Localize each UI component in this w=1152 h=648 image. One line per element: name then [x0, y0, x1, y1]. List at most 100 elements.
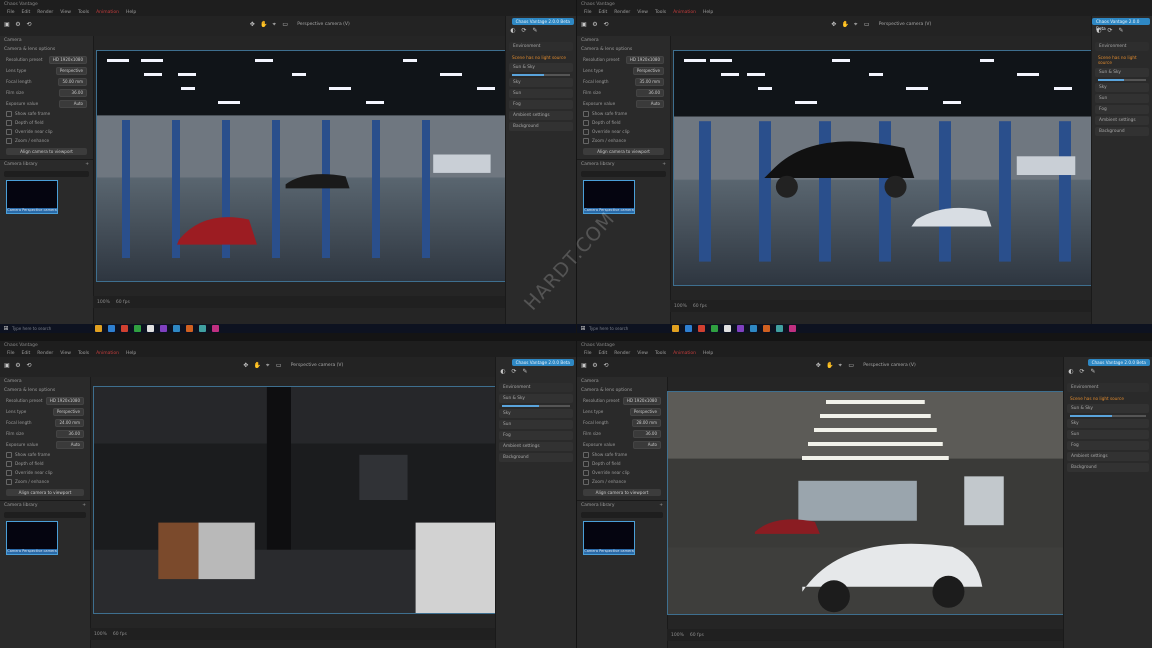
checkbox-row[interactable]: Show safe frame	[577, 109, 670, 118]
zoom-level[interactable]: 100%	[94, 632, 107, 637]
move-icon[interactable]: ✥	[249, 22, 255, 28]
subsection-title[interactable]: Camera & lens options	[0, 386, 90, 395]
subsection-title[interactable]: Camera & lens options	[577, 386, 667, 395]
property-field[interactable]: 50.00 mm	[58, 77, 87, 86]
menu-item-animation[interactable]: Animation	[96, 351, 119, 356]
settings-section[interactable]: Sun & Sky	[1067, 404, 1149, 413]
reset-icon[interactable]: ⟳	[521, 28, 527, 34]
frame-icon[interactable]: ▭	[864, 22, 870, 28]
settings-icon[interactable]: ⚙	[15, 363, 21, 369]
menu-item-animation[interactable]: Animation	[673, 10, 696, 15]
checkbox-row[interactable]: Zoom / enhance	[0, 136, 93, 145]
settings-section[interactable]: Sun & Sky	[499, 394, 573, 403]
taskbar-app-icon[interactable]	[108, 325, 115, 332]
settings-section[interactable]: Sun & Sky	[509, 63, 573, 72]
start-icon[interactable]: ⊞	[580, 325, 586, 332]
move-icon[interactable]: ✥	[831, 22, 837, 28]
settings-section[interactable]: Sky	[499, 409, 573, 418]
environment-icon[interactable]: ◐	[1068, 369, 1074, 375]
checkbox[interactable]	[6, 451, 12, 458]
camera-selector[interactable]: Perspective camera (V)	[291, 363, 344, 369]
checkbox[interactable]	[6, 137, 12, 144]
property-field[interactable]: 28.00 mm	[632, 418, 661, 427]
taskbar-app-icon[interactable]	[685, 325, 692, 332]
taskbar-app-icon[interactable]	[750, 325, 757, 332]
align-camera-button[interactable]: Align camera to viewport	[6, 489, 84, 496]
checkbox[interactable]	[6, 460, 12, 467]
taskbar-app-icon[interactable]	[95, 325, 102, 332]
taskbar-app-icon[interactable]	[121, 325, 128, 332]
property-field[interactable]: Auto	[636, 99, 664, 108]
taskbar-app-icon[interactable]	[789, 325, 796, 332]
menu-item-help[interactable]: Help	[703, 10, 713, 15]
checkbox-row[interactable]: Zoom / enhance	[577, 477, 667, 486]
focus-icon[interactable]: ⌖	[837, 363, 843, 369]
taskbar-app-icon[interactable]	[134, 325, 141, 332]
menu-item-file[interactable]: File	[7, 10, 15, 15]
frame-icon[interactable]: ▭	[282, 22, 288, 28]
checkbox-row[interactable]: Override near clip	[0, 468, 90, 477]
checkbox-row[interactable]: Show safe frame	[0, 109, 93, 118]
camera-selector[interactable]: Perspective camera (V)	[863, 363, 916, 369]
checkbox-row[interactable]: Zoom / enhance	[577, 136, 670, 145]
render-viewport[interactable]	[96, 50, 508, 282]
property-field[interactable]: Auto	[59, 99, 87, 108]
layers-icon[interactable]: ▣	[4, 22, 10, 28]
pan-icon[interactable]: ✋	[254, 363, 261, 369]
property-field[interactable]: Auto	[633, 440, 661, 449]
taskbar-search[interactable]: Type here to search	[589, 326, 669, 331]
move-icon[interactable]: ✥	[815, 363, 821, 369]
taskbar-app-icon[interactable]	[711, 325, 718, 332]
property-field[interactable]: HD 1920x1080	[45, 396, 84, 405]
checkbox[interactable]	[583, 478, 589, 485]
edit-icon[interactable]: ✎	[1090, 369, 1096, 375]
settings-icon[interactable]: ⚙	[592, 363, 598, 369]
taskbar-app-icon[interactable]	[173, 325, 180, 332]
checkbox[interactable]	[583, 128, 589, 135]
settings-section[interactable]: Environment	[499, 383, 573, 392]
checkbox-row[interactable]: Override near clip	[577, 127, 670, 136]
render-viewport[interactable]	[93, 386, 497, 614]
reset-icon[interactable]: ⟳	[1079, 369, 1085, 375]
taskbar-app-icon[interactable]	[147, 325, 154, 332]
settings-section[interactable]: Sun & Sky	[1095, 68, 1149, 77]
render-viewport[interactable]	[667, 391, 1064, 615]
menu-item-tools[interactable]: Tools	[78, 351, 89, 356]
property-field[interactable]: HD 1920x1080	[625, 55, 664, 64]
menu-item-render[interactable]: Render	[37, 351, 53, 356]
render-viewport[interactable]	[673, 50, 1093, 286]
checkbox[interactable]	[583, 460, 589, 467]
property-field[interactable]: 24.00 mm	[55, 418, 84, 427]
edit-icon[interactable]: ✎	[532, 28, 538, 34]
taskbar-search[interactable]: Type here to search	[12, 326, 92, 331]
checkbox[interactable]	[583, 110, 589, 117]
checkbox[interactable]	[583, 137, 589, 144]
property-field[interactable]: 36.00	[59, 88, 87, 97]
align-camera-button[interactable]: Align camera to viewport	[6, 148, 87, 155]
reset-icon[interactable]: ⟳	[511, 369, 517, 375]
settings-section[interactable]: Sun	[499, 420, 573, 429]
start-icon[interactable]: ⊞	[3, 325, 9, 332]
zoom-level[interactable]: 100%	[674, 304, 687, 309]
property-field[interactable]: Perspective	[55, 66, 87, 75]
settings-section[interactable]: Fog	[499, 431, 573, 440]
settings-section[interactable]: Sky	[1067, 419, 1149, 428]
menu-item-view[interactable]: View	[637, 10, 648, 15]
settings-section[interactable]: Environment	[1067, 383, 1149, 392]
camera-selector[interactable]: Perspective camera (V)	[879, 22, 932, 28]
camera-thumbnail[interactable]: Camera Perspective camera	[583, 521, 635, 555]
layers-icon[interactable]: ▣	[581, 22, 587, 28]
add-camera-icon[interactable]: +	[82, 503, 86, 508]
property-field[interactable]: 36.00	[56, 429, 84, 438]
camera-thumbnail[interactable]: Camera Perspective camera	[583, 180, 635, 214]
taskbar-app-icon[interactable]	[698, 325, 705, 332]
settings-section[interactable]: Ambient settings	[499, 442, 573, 451]
menu-item-render[interactable]: Render	[37, 10, 53, 15]
settings-section[interactable]: Environment	[509, 42, 573, 51]
checkbox-row[interactable]: Show safe frame	[0, 450, 90, 459]
settings-icon[interactable]: ⚙	[15, 22, 21, 28]
menu-item-view[interactable]: View	[60, 10, 71, 15]
frame-icon[interactable]: ▭	[848, 363, 854, 369]
menu-item-animation[interactable]: Animation	[96, 10, 119, 15]
settings-section[interactable]: Background	[1095, 127, 1149, 136]
